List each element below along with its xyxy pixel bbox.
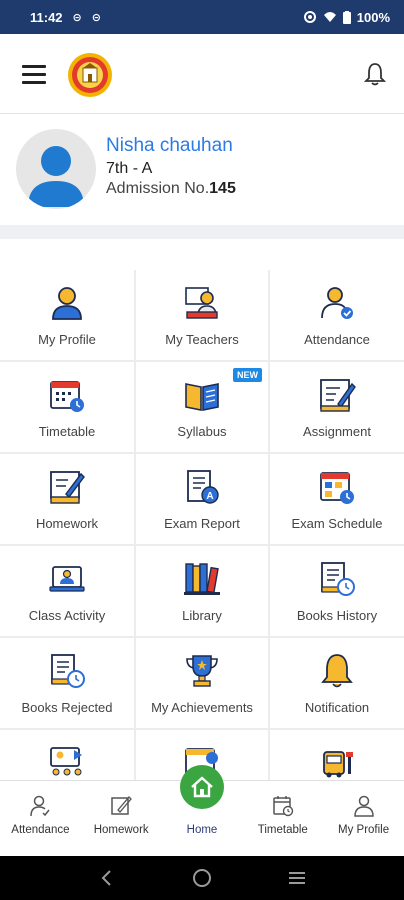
tile-homework[interactable]: Homework [0, 454, 136, 546]
nav-label: Homework [93, 824, 149, 836]
books-history-icon [321, 562, 355, 596]
tile-my-teachers[interactable]: My Teachers [136, 270, 270, 362]
nav-home[interactable]: Home [162, 765, 243, 856]
tile-label: Books Rejected [21, 700, 113, 715]
recents-icon[interactable] [287, 868, 307, 888]
nav-my-profile[interactable]: My Profile [323, 781, 404, 856]
exam-report-icon: A [187, 470, 219, 504]
home-icon [191, 776, 213, 798]
signal-icon [303, 11, 316, 23]
battery-icon [342, 10, 351, 24]
library-icon [184, 563, 220, 595]
attendance-icon [321, 287, 353, 319]
video-class-icon [50, 747, 82, 776]
syllabus-icon [185, 383, 219, 411]
timetable-icon [50, 381, 84, 412]
student-class: 7th - A [106, 160, 153, 177]
wifi-icon [323, 12, 336, 22]
homework-nav-icon [111, 796, 133, 815]
tile-label: Assignment [303, 424, 371, 439]
tile-attendance[interactable]: Attendance [270, 270, 404, 362]
section-divider [0, 225, 404, 239]
nav-homework[interactable]: Homework [81, 781, 162, 856]
tile-my-achievements[interactable]: My Achievements [136, 638, 270, 730]
exam-schedule-icon [320, 472, 354, 504]
home-circle-icon[interactable] [192, 868, 212, 888]
nav-attendance[interactable]: Attendance [0, 781, 81, 856]
tile-class-activity[interactable]: Class Activity [0, 546, 136, 638]
tile-label: My Profile [38, 332, 96, 347]
tile-label: Class Activity [28, 608, 106, 623]
tile-label: Syllabus [177, 424, 227, 439]
bell-icon[interactable] [364, 62, 386, 86]
tile-assignment[interactable]: Assignment [270, 362, 404, 454]
tile-label: Library [182, 608, 222, 623]
tile-label: Notification [304, 700, 370, 715]
app-bar [0, 34, 404, 114]
teacher-icon [185, 287, 218, 319]
school-logo [68, 53, 112, 97]
bottom-nav: Attendance Homework Home Timetable My Pr… [0, 765, 404, 856]
battery-percent: 100% [356, 9, 390, 25]
nav-label: My Profile [338, 824, 390, 836]
back-icon[interactable] [97, 868, 117, 888]
books-rejected-icon [51, 654, 85, 688]
profile-card[interactable]: Nisha chauhan 7th - A Admission No.145 [0, 115, 404, 225]
home-button[interactable] [179, 765, 224, 809]
tile-library[interactable]: Library [136, 546, 270, 638]
status-bar: 11:42 ⊝ ⊝ 100% [0, 0, 404, 34]
feature-grid: My Profile My Teachers Attendance Timeta [0, 270, 404, 822]
tile-label: Exam Schedule [291, 516, 383, 531]
tile-my-profile[interactable]: My Profile [0, 270, 136, 362]
new-badge: NEW [233, 368, 262, 382]
tile-label: Books History [296, 608, 378, 623]
tile-books-rejected[interactable]: Books Rejected [0, 638, 136, 730]
bus-icon [323, 751, 353, 778]
tile-label: My Achievements [151, 700, 253, 715]
attendance-nav-icon [30, 795, 50, 817]
system-nav-bar [0, 856, 404, 900]
homework-icon [50, 471, 85, 504]
nav-timetable[interactable]: Timetable [242, 781, 323, 856]
sim-icon: ⊝ [72, 11, 82, 24]
nav-label: Timetable [257, 824, 308, 836]
profile-icon [52, 287, 82, 320]
sim-icon: ⊝ [91, 11, 101, 24]
tile-label: Attendance [304, 332, 370, 347]
nav-label: Home [186, 824, 218, 836]
admission-number: Admission No.145 [106, 180, 236, 197]
tile-label: Exam Report [164, 516, 240, 531]
timetable-nav-icon [273, 796, 293, 817]
tile-label: Homework [35, 516, 99, 531]
avatar [16, 129, 96, 209]
nav-label: Attendance [11, 824, 70, 836]
status-time: 11:42 [30, 9, 63, 25]
tile-books-history[interactable]: Books History [270, 546, 404, 638]
tile-timetable[interactable]: Timetable [0, 362, 136, 454]
svg-text:A: A [206, 491, 213, 502]
tile-label: Timetable [38, 424, 96, 439]
trophy-icon [186, 655, 218, 687]
tile-notification[interactable]: Notification [270, 638, 404, 730]
tile-exam-schedule[interactable]: Exam Schedule [270, 454, 404, 546]
profile-nav-icon [353, 795, 374, 817]
assignment-icon [320, 379, 356, 412]
student-name: Nisha chauhan [106, 135, 233, 156]
menu-icon[interactable] [22, 65, 46, 85]
tile-exam-report[interactable]: A Exam Report [136, 454, 270, 546]
notification-bell-icon [321, 654, 353, 688]
tile-syllabus[interactable]: NEW Syllabus [136, 362, 270, 454]
class-activity-icon [49, 566, 85, 592]
tile-label: My Teachers [165, 332, 239, 347]
avatar-icon [28, 146, 84, 207]
